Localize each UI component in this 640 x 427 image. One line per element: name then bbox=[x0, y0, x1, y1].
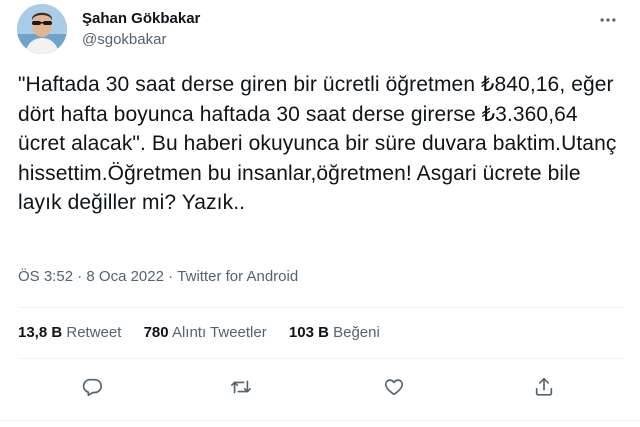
quotes-stat[interactable]: 780 Alıntı Tweetler bbox=[144, 324, 267, 341]
tweet-stats: 13,8 B Retweet 780 Alıntı Tweetler 103 B… bbox=[18, 324, 398, 341]
share-button[interactable] bbox=[527, 370, 561, 404]
reply-button[interactable] bbox=[75, 370, 109, 404]
meta-separator: · bbox=[168, 268, 174, 285]
reply-icon bbox=[82, 378, 102, 397]
tweet-actions bbox=[0, 370, 640, 404]
tweet-meta: ÖS 3:52 · 8 Oca 2022 · Twitter for Andro… bbox=[18, 268, 298, 285]
heart-icon bbox=[384, 379, 404, 396]
divider bbox=[18, 358, 624, 359]
retweets-label: Retweet bbox=[66, 324, 122, 341]
author-handle[interactable]: @sgokbakar bbox=[82, 31, 166, 48]
like-button[interactable] bbox=[377, 370, 411, 404]
share-icon bbox=[535, 377, 553, 396]
divider bbox=[0, 420, 640, 421]
avatar-image bbox=[17, 4, 67, 54]
likes-stat[interactable]: 103 B Beğeni bbox=[289, 324, 380, 341]
more-dots-icon bbox=[600, 18, 616, 22]
tweet-date[interactable]: 8 Oca 2022 bbox=[86, 268, 164, 285]
tweet-card: Şahan Gökbakar @sgokbakar "Haftada 30 sa… bbox=[0, 0, 640, 427]
quotes-label: Alıntı Tweetler bbox=[171, 324, 267, 341]
quotes-count: 780 bbox=[143, 324, 169, 341]
divider bbox=[18, 307, 624, 308]
retweet-icon bbox=[231, 380, 251, 394]
author-name[interactable]: Şahan Gökbakar bbox=[82, 10, 200, 27]
more-options-button[interactable] bbox=[592, 8, 624, 32]
tweet-time[interactable]: ÖS 3:52 bbox=[18, 268, 73, 285]
likes-label: Beğeni bbox=[333, 324, 380, 341]
retweets-stat[interactable]: 13,8 B Retweet bbox=[18, 324, 121, 341]
avatar[interactable] bbox=[17, 4, 67, 54]
meta-separator: · bbox=[77, 268, 83, 285]
tweet-text: "Haftada 30 saat derse giren bir ücretli… bbox=[18, 73, 617, 214]
tweet-source[interactable]: Twitter for Android bbox=[177, 268, 298, 285]
likes-count: 103 B bbox=[288, 324, 329, 341]
retweets-count: 13,8 B bbox=[18, 324, 63, 341]
retweet-button[interactable] bbox=[224, 370, 258, 404]
